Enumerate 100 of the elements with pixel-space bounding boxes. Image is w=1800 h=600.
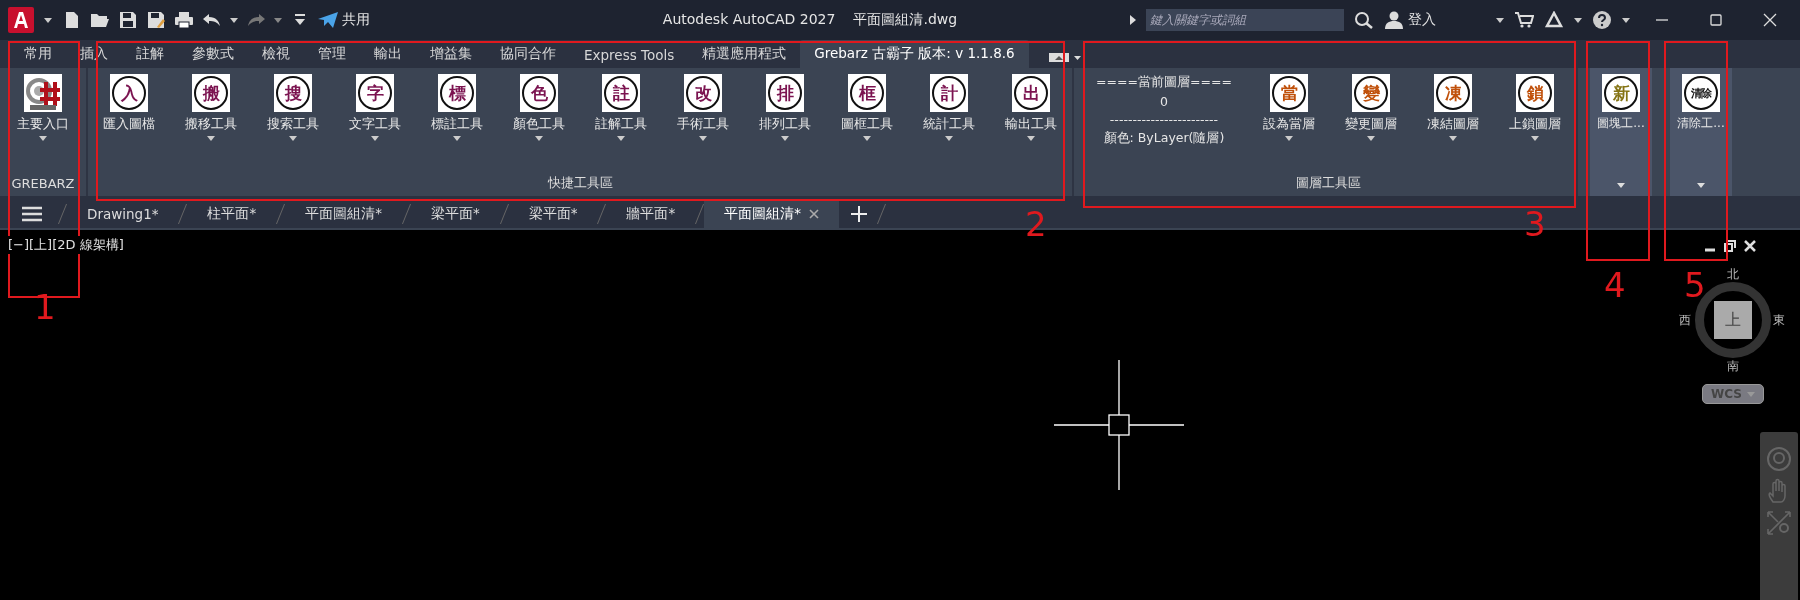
current-layer-heading: ====當前圖層====: [1096, 74, 1232, 91]
document-tab[interactable]: 平面圖組清*: [285, 200, 402, 228]
circle-badge-icon: 框: [848, 74, 886, 112]
panel-toggle-icon[interactable]: [1048, 53, 1081, 62]
expand-arrow-icon[interactable]: [1130, 15, 1136, 25]
ribbon-tab[interactable]: 參數式: [178, 40, 248, 68]
circle-badge-icon: 變: [1352, 74, 1390, 112]
circle-badge-icon: 色: [520, 74, 558, 112]
cart-icon[interactable]: [1514, 11, 1534, 29]
save-icon[interactable]: [118, 11, 138, 29]
ribbon-tool-button[interactable]: 變 變更圖層: [1330, 74, 1412, 170]
plus-icon[interactable]: [851, 206, 867, 222]
redo-icon[interactable]: [246, 11, 266, 29]
ribbon-tool-button[interactable]: 凍 凍結圖層: [1412, 74, 1494, 170]
document-tab[interactable]: Drawing1*: [67, 200, 179, 228]
sign-in-link[interactable]: 登入: [1408, 11, 1436, 29]
ribbon-tab[interactable]: 註解: [122, 40, 178, 68]
caret-icon: [44, 17, 52, 23]
ribbon-tab[interactable]: 檢視: [248, 40, 304, 68]
ribbon-tab[interactable]: 精選應用程式: [688, 40, 801, 68]
viewcube-face[interactable]: 上: [1714, 301, 1752, 339]
compass-label: 北: [1727, 266, 1739, 283]
search-icon[interactable]: [1354, 11, 1374, 29]
triangle-nodes-icon[interactable]: [1544, 11, 1564, 29]
circle-badge-icon: 排: [766, 74, 804, 112]
ribbon-tab[interactable]: 增益集: [416, 40, 486, 68]
share-label[interactable]: 共用: [342, 11, 370, 29]
caret-icon: [1622, 17, 1630, 23]
save-as-icon[interactable]: [146, 11, 166, 29]
annotation-number: 5: [1684, 268, 1706, 302]
search-field[interactable]: 鍵入關鍵字或詞組: [1146, 9, 1344, 31]
current-layer-name: 0: [1160, 94, 1168, 109]
separator-text: ------------------------: [1109, 112, 1219, 127]
ribbon-tool-button[interactable]: 字 文字工具: [334, 74, 416, 170]
ribbon-tool-button[interactable]: 出 輸出工具: [990, 74, 1072, 170]
restore-icon[interactable]: [1724, 240, 1736, 252]
help-icon[interactable]: [1592, 11, 1612, 29]
ribbon-tool-button[interactable]: 標 標註工具: [416, 74, 498, 170]
logo-icon: [24, 74, 62, 112]
ribbon-tool-button[interactable]: 清除 清除工...: [1670, 74, 1732, 140]
ribbon-tool-button[interactable]: 改 手術工具: [662, 74, 744, 170]
document-tab[interactable]: 牆平面*: [606, 200, 696, 228]
document-tab[interactable]: 平面圖組清*: [704, 200, 839, 228]
circle-badge-icon: 新: [1602, 74, 1640, 112]
compass-label: 西: [1679, 312, 1691, 329]
ribbon-tool-button[interactable]: 註 註解工具: [580, 74, 662, 170]
file-name: 平面圖組清.dwg: [853, 11, 958, 29]
user-icon[interactable]: [1384, 11, 1404, 29]
compass-label: 東: [1773, 312, 1785, 329]
annotation-number: 2: [1025, 207, 1047, 241]
ribbon-tool-button[interactable]: 入 匯入圖檔: [88, 74, 170, 170]
app-logo-icon[interactable]: [8, 7, 34, 33]
circle-badge-icon: 字: [356, 74, 394, 112]
ribbon-tool-button[interactable]: 搬 搬移工具: [170, 74, 252, 170]
ribbon-tool-button[interactable]: 搜 搜索工具: [252, 74, 334, 170]
ribbon-tab[interactable]: 協同合作: [486, 40, 570, 68]
circle-badge-icon: 標: [438, 74, 476, 112]
circle-badge-icon: 搬: [192, 74, 230, 112]
ribbon-tool-button[interactable]: 主要入口: [0, 74, 86, 170]
caret-icon: [1574, 17, 1582, 23]
print-icon[interactable]: [174, 11, 194, 29]
ribbon-tool-button[interactable]: 框 圖框工具: [826, 74, 908, 170]
compass-label: 南: [1727, 358, 1739, 375]
circle-badge-icon: 改: [684, 74, 722, 112]
ribbon-tool-button[interactable]: 色 顏色工具: [498, 74, 580, 170]
ribbon-tab[interactable]: Express Tools: [570, 42, 689, 68]
caret-icon: [1747, 391, 1755, 397]
ribbon-tab[interactable]: 管理: [304, 40, 360, 68]
document-tab[interactable]: 柱平面*: [187, 200, 277, 228]
menu-icon[interactable]: [22, 206, 42, 222]
ribbon-tool-button[interactable]: 當 設為當層: [1248, 74, 1330, 170]
circle-badge-icon: 計: [930, 74, 968, 112]
caret-icon: [1496, 17, 1504, 23]
panel-title: 快捷工具區: [546, 174, 614, 192]
ribbon-tab[interactable]: 輸出: [360, 40, 416, 68]
annotation-number: 4: [1604, 268, 1626, 302]
circle-badge-icon: 凍: [1434, 74, 1472, 112]
panel-title: GREBARZ: [10, 174, 76, 193]
ribbon-tab[interactable]: 常用: [10, 40, 66, 68]
circle-badge-icon: 搜: [274, 74, 312, 112]
circle-badge-icon: 入: [110, 74, 148, 112]
ribbon-tab[interactable]: Grebarz 古霸子 版本: v 1.1.8.6: [800, 40, 1029, 68]
document-tab[interactable]: 梁平面*: [508, 200, 598, 228]
circle-badge-icon: 清除: [1682, 74, 1720, 112]
viewport-controls-label[interactable]: [−][上][2D 線架構]: [8, 236, 124, 254]
circle-badge-icon: 出: [1012, 74, 1050, 112]
ribbon-tool-button[interactable]: 計 統計工具: [908, 74, 990, 170]
paper-plane-icon[interactable]: [318, 11, 338, 29]
document-tab[interactable]: 梁平面*: [411, 200, 500, 228]
caret-icon: [230, 17, 238, 23]
circle-badge-icon: 當: [1270, 74, 1308, 112]
ribbon-tool-button[interactable]: 鎖 上鎖圖層: [1494, 74, 1576, 170]
circle-badge-icon: 鎖: [1516, 74, 1554, 112]
caret-icon: [274, 17, 282, 23]
window-title: Autodesk AutoCAD 2027: [662, 11, 836, 29]
ribbon-tool-button[interactable]: 排 排列工具: [744, 74, 826, 170]
panel-title: 圖層工具區: [1294, 174, 1362, 192]
ribbon-tool-button[interactable]: 新 圖塊工...: [1590, 74, 1652, 140]
open-folder-icon[interactable]: [90, 11, 110, 29]
layer-color-text: 顏色: ByLayer(隨層): [1103, 130, 1225, 147]
